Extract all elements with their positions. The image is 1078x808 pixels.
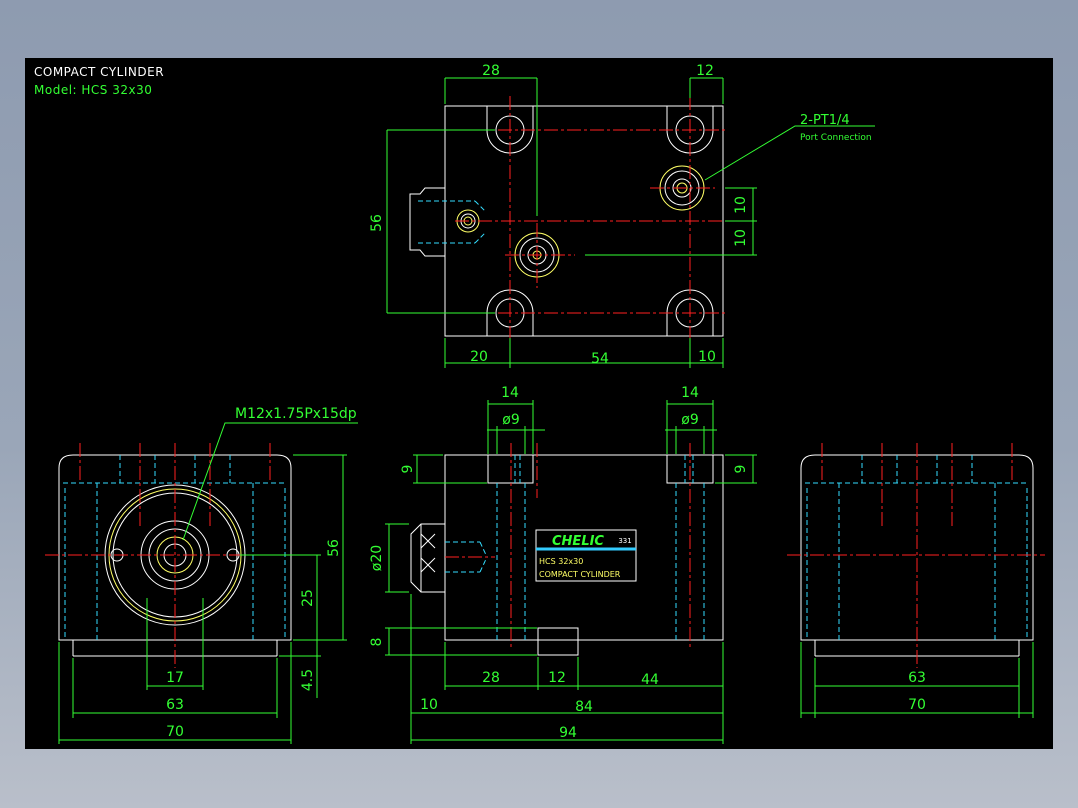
top-dim-20: 20 [470,349,488,365]
front-dim-28: 28 [482,670,500,686]
front-dim-20: ø20 [369,545,385,571]
front-dim-44: 44 [641,672,659,688]
front-dim-10: 10 [420,697,438,713]
front-dim-12: 12 [548,670,566,686]
right-dim-70: 70 [908,697,926,713]
top-view: 28 12 56 10 10 20 54 10 2-PT1/4 Port Con… [369,63,875,368]
front-view: CHELIC 331 HCS 32x30 COMPACT CYLINDER 14… [369,385,757,744]
left-dim-17: 17 [166,670,184,686]
front-dim-84: 84 [575,699,593,715]
top-dim-56: 56 [369,214,385,232]
top-dim-10a: 10 [733,196,749,214]
thread-label: M12x1.75Px15dp [235,406,357,422]
plate-brand: CHELIC [552,534,604,549]
side-port-boss [409,187,445,257]
front-dim-8: 8 [369,638,385,647]
left-dim-70: 70 [166,724,184,740]
plate-code: 331 [618,537,631,545]
left-dim-4-5: 4.5 [300,669,316,691]
nameplate: CHELIC 331 HCS 32x30 COMPACT CYLINDER [535,529,637,582]
front-dim-14a: 14 [501,385,519,401]
top-dim-10b: 10 [733,229,749,247]
top-dim-10c: 10 [698,349,716,365]
port-sub-label: Port Connection [800,133,872,143]
left-dim-56: 56 [326,539,342,557]
left-dim-63: 63 [166,697,184,713]
left-dimensions [58,422,358,744]
plate-model: HCS 32x30 [539,557,583,566]
right-view: 63 70 [787,443,1045,718]
front-dim-9a: ø9 [502,412,519,428]
left-view: M12x1.75Px15dp 56 25 4.5 17 63 70 [45,406,358,744]
left-dim-25: 25 [300,589,316,607]
front-dim-94: 94 [559,725,577,741]
front-dim-9-left: 9 [400,465,416,474]
right-dim-63: 63 [908,670,926,686]
top-dim-12: 12 [696,63,714,79]
top-dim-28: 28 [482,63,500,79]
cad-viewport[interactable]: COMPACT CYLINDER Model: HCS 32x30 28 12 … [25,58,1053,749]
front-dim-14b: 14 [681,385,699,401]
top-dim-54: 54 [591,351,609,367]
front-dim-9-right: 9 [733,465,749,474]
port-label: 2-PT1/4 [800,113,850,128]
front-dim-9b: ø9 [681,412,698,428]
cad-drawing: 28 12 56 10 10 20 54 10 2-PT1/4 Port Con… [45,63,1045,744]
plate-name: COMPACT CYLINDER [539,570,621,579]
